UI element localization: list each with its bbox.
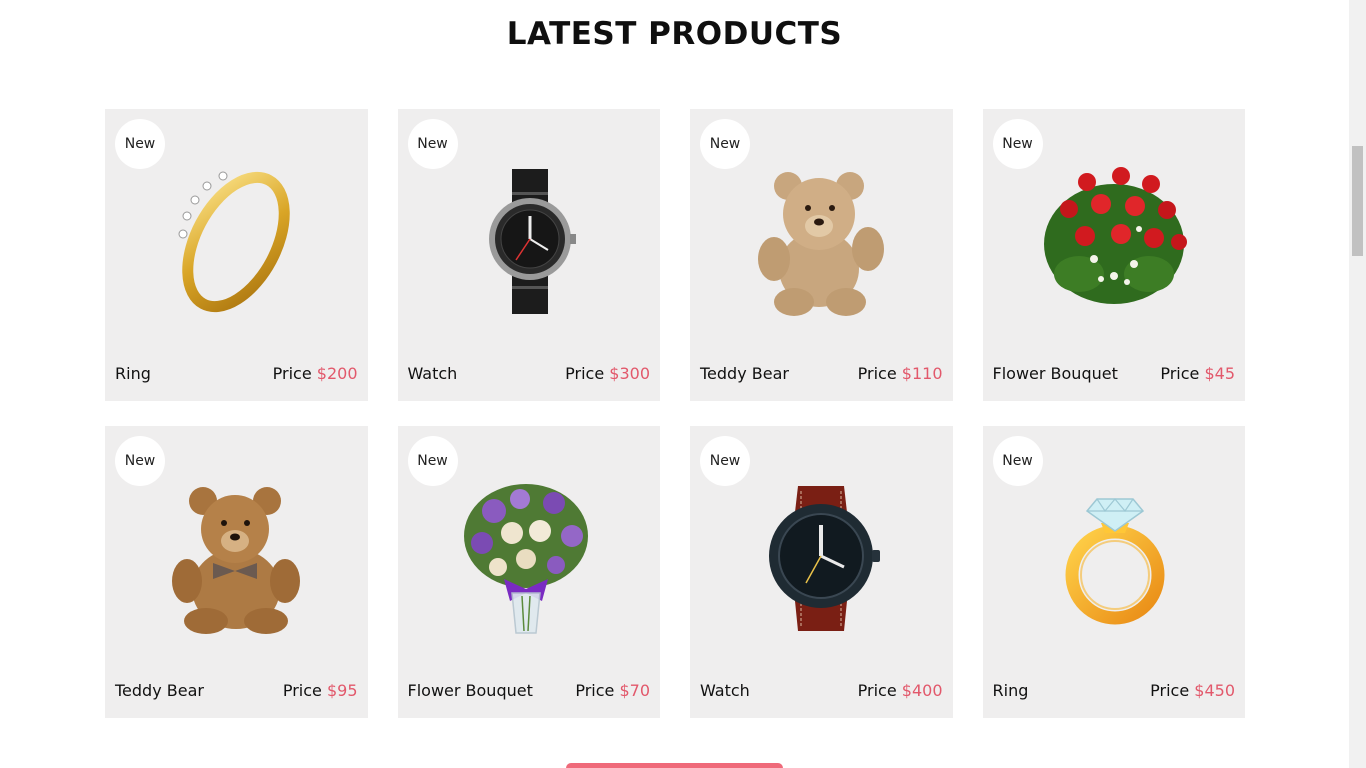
product-card[interactable]: New — [397, 426, 660, 718]
product-name[interactable]: Watch — [408, 364, 458, 383]
new-badge: New — [700, 436, 750, 486]
price-label: Price — [1160, 364, 1200, 383]
new-badge: New — [992, 119, 1043, 169]
product-price: Price $95 — [283, 681, 358, 700]
product-price: Price $70 — [575, 681, 650, 700]
product-price: Price $400 — [858, 681, 943, 700]
price-label: Price — [857, 364, 897, 383]
new-badge: New — [700, 119, 750, 169]
price-label: Price — [272, 364, 312, 383]
price-amount: $400 — [901, 681, 943, 700]
price-amount: $200 — [316, 364, 358, 383]
price-label: Price — [575, 681, 615, 700]
teddy-bear-image[interactable] — [161, 481, 311, 636]
new-badge: New — [992, 436, 1043, 486]
price-label: Price — [857, 681, 897, 700]
new-badge: New — [115, 119, 165, 169]
product-price: Price $200 — [273, 364, 358, 383]
latest-products-page: LATEST PRODUCTS New Ring Price $200 New … — [0, 0, 1349, 768]
product-name[interactable]: Ring — [115, 364, 151, 383]
flower-vase-image[interactable] — [454, 481, 604, 636]
product-name[interactable]: Teddy Bear — [115, 681, 204, 700]
rose-bouquet-image[interactable] — [1039, 164, 1189, 319]
price-amount: $95 — [326, 681, 358, 700]
watch-image[interactable] — [454, 164, 604, 319]
price-amount: $300 — [609, 364, 650, 383]
price-amount: $70 — [619, 681, 650, 700]
teddy-bear-image[interactable] — [746, 164, 896, 319]
product-grid: New Ring Price $200 New Watch Price $300… — [105, 109, 1245, 718]
product-price: Price $450 — [1150, 681, 1235, 700]
price-amount: $45 — [1204, 364, 1235, 383]
product-name[interactable]: Flower Bouquet — [993, 364, 1118, 383]
new-badge: New — [115, 436, 165, 486]
price-label: Price — [282, 681, 322, 700]
product-card[interactable]: New Ring Price $450 — [982, 426, 1245, 718]
product-price: Price $300 — [565, 364, 650, 383]
ring-image[interactable] — [161, 164, 311, 319]
price-label: Price — [1150, 681, 1190, 700]
product-name[interactable]: Teddy Bear — [700, 364, 789, 383]
scrollbar-thumb[interactable] — [1352, 146, 1363, 256]
section-title: LATEST PRODUCTS — [506, 16, 843, 52]
product-price: Price $110 — [858, 364, 943, 383]
product-card[interactable]: New — [105, 109, 368, 401]
price-amount: $450 — [1194, 681, 1235, 700]
price-amount: $110 — [901, 364, 943, 383]
product-card[interactable]: New — [982, 109, 1245, 401]
price-label: Price — [565, 364, 605, 383]
product-card[interactable]: New Watch Price $300 — [397, 109, 660, 401]
watch-image[interactable] — [746, 481, 896, 636]
product-name[interactable]: Flower Bouquet — [408, 681, 533, 700]
product-name[interactable]: Ring — [993, 681, 1029, 700]
load-more-button[interactable] — [566, 763, 783, 768]
ring-image[interactable] — [1039, 481, 1189, 636]
product-card[interactable]: New Teddy Bear Price $110 — [690, 109, 953, 401]
product-card[interactable]: New Watch Price $400 — [690, 426, 953, 718]
new-badge: New — [407, 436, 458, 486]
product-card[interactable]: New Teddy Bear Price $95 — [105, 426, 368, 718]
new-badge: New — [407, 119, 458, 169]
product-price: Price $45 — [1160, 364, 1235, 383]
vertical-scrollbar[interactable] — [1349, 0, 1366, 768]
product-name[interactable]: Watch — [700, 681, 750, 700]
